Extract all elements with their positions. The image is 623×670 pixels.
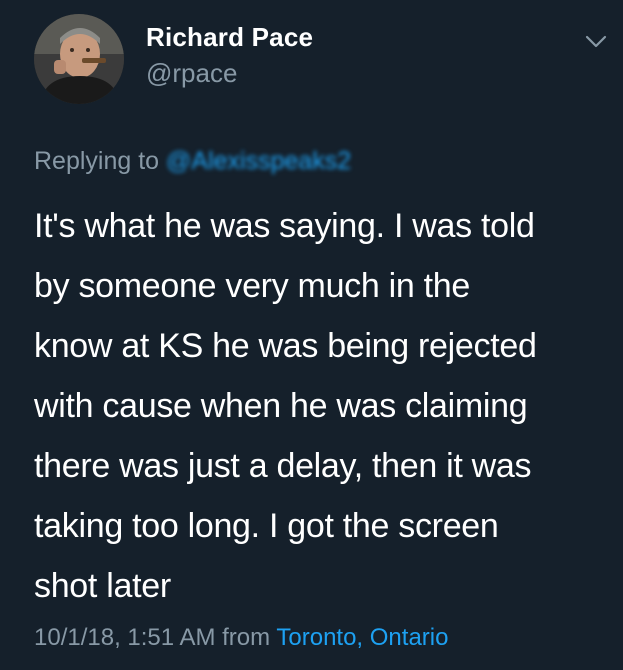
avatar[interactable] (34, 14, 124, 104)
tweet-timestamp[interactable]: 10/1/18, 1:51 AM (34, 624, 215, 651)
avatar-image (34, 14, 124, 104)
chevron-down-icon[interactable] (583, 28, 609, 54)
replying-to-mention[interactable]: @Alexisspeaks2 (166, 147, 351, 175)
from-label: from (222, 624, 271, 651)
tweet-metadata: 10/1/18, 1:51 AM from Toronto, Ontario (34, 624, 448, 652)
replying-to: Replying to @Alexisspeaks2 (34, 147, 351, 176)
display-name[interactable]: Richard Pace (146, 22, 313, 53)
tweet-text: It's what he was saying. I was told by s… (34, 207, 537, 605)
replying-to-label: Replying to (34, 147, 160, 175)
user-handle[interactable]: @rpace (146, 58, 237, 89)
tweet-location[interactable]: Toronto, Ontario (276, 624, 448, 651)
